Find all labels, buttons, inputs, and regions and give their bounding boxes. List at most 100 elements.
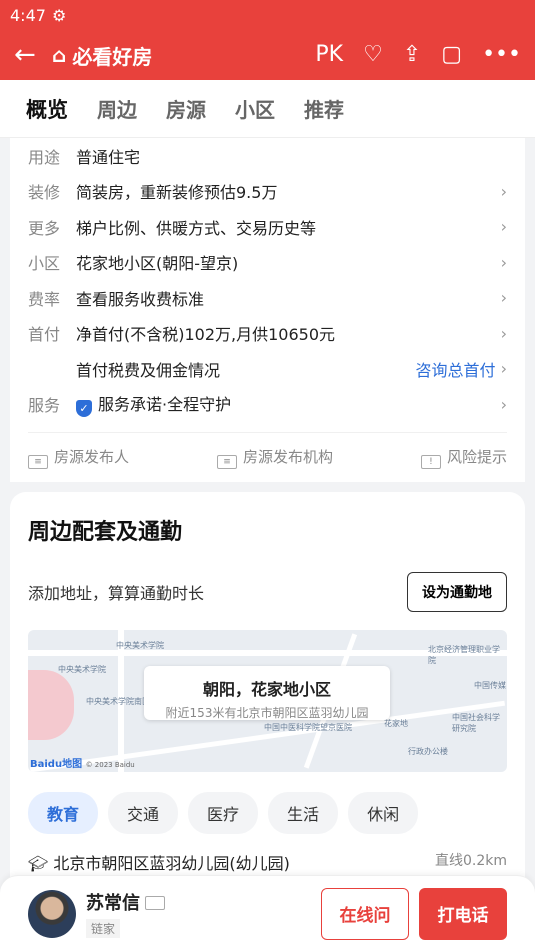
- detail-row-tax[interactable]: 首付税费及佣金情况 咨询总首付 ›: [28, 351, 507, 387]
- map-label: 中央美术学院: [58, 665, 106, 674]
- detail-label: 更多: [28, 218, 61, 238]
- share-upload-icon[interactable]: ⇪: [403, 44, 421, 66]
- chip-transport[interactable]: 交通: [108, 792, 179, 834]
- status-time: 4:47: [10, 5, 46, 25]
- settings-gear-icon: ⚙: [51, 5, 67, 25]
- detail-value: 首付税费及佣金情况: [76, 360, 221, 380]
- detail-value: 普通住宅: [76, 147, 141, 167]
- detail-row-usage: 用途 普通住宅: [28, 138, 507, 174]
- chip-leisure[interactable]: 休闲: [348, 792, 419, 834]
- chevron-right-icon: ›: [500, 323, 507, 343]
- chevron-right-icon: ›: [500, 288, 507, 308]
- detail-value: 花家地小区(朝阳-望京): [76, 254, 239, 274]
- map-location-card[interactable]: 朝阳，花家地小区 附近153米有北京市朝阳区蓝羽幼儿园: [144, 666, 390, 720]
- nav-bar: ← ⌂ 必看好房 PK ♡ ⇪ ▢ •••: [0, 30, 535, 80]
- commute-row: 添加地址，算算通勤时长 设为通勤地: [28, 572, 507, 612]
- call-button[interactable]: 打电话: [419, 887, 507, 940]
- tab-community[interactable]: 小区: [235, 94, 275, 123]
- set-commute-button[interactable]: 设为通勤地: [407, 572, 507, 612]
- risk-label: 风险提示: [446, 448, 507, 466]
- heart-icon[interactable]: ♡: [363, 44, 383, 66]
- license-icon: ≡: [216, 455, 237, 469]
- agent-company: 链家: [86, 919, 121, 938]
- agent-bar: 苏常信 链家 在线问 打电话: [0, 875, 535, 951]
- tab-overview[interactable]: 概览: [26, 94, 68, 124]
- detail-row-service[interactable]: 服务 ✓ 服务承诺·全程守护 ›: [28, 387, 507, 423]
- agent-info: 苏常信 链家: [86, 889, 321, 938]
- poi-item[interactable]: 🎓︎ 北京市朝阳区蓝羽幼儿园(幼儿园) 直线0.2km: [28, 850, 507, 874]
- detail-value: 净首付(不含税)102万,月供10650元: [76, 325, 336, 345]
- commute-text: 添加地址，算算通勤时长: [28, 584, 205, 603]
- detail-label: 装修: [28, 183, 61, 203]
- map-label: 中国中医科学院望京医院: [264, 723, 352, 732]
- pk-compare-button[interactable]: PK: [315, 44, 343, 66]
- publisher-label: 房源发布人: [54, 448, 130, 466]
- detail-value: 梯户比例、供暖方式、交易历史等: [76, 218, 317, 238]
- detail-label: 首付: [28, 325, 61, 345]
- service-text: 服务承诺·全程守护: [98, 395, 232, 415]
- chevron-right-icon: ›: [500, 217, 507, 237]
- id-card-icon[interactable]: [145, 896, 166, 910]
- chevron-right-icon: ›: [495, 359, 507, 379]
- map-label: 中央美术学院: [116, 641, 164, 650]
- detail-value: ✓ 服务承诺·全程守护: [76, 391, 501, 418]
- detail-value: 简装房，重新装修预估9.5万: [76, 183, 278, 203]
- detail-row-fees[interactable]: 费率 查看服务收费标准 ›: [28, 280, 507, 316]
- id-card-icon: ≡: [28, 455, 48, 469]
- consult-downpayment-link[interactable]: 咨询总首付: [416, 357, 496, 381]
- agent-avatar[interactable]: [28, 889, 76, 938]
- brand-title: 必看好房: [72, 44, 153, 69]
- detail-label: 小区: [28, 254, 61, 274]
- detail-row-community[interactable]: 小区 花家地小区(朝阳-望京) ›: [28, 245, 507, 281]
- chip-life[interactable]: 生活: [268, 792, 339, 834]
- more-dots-icon[interactable]: •••: [482, 44, 521, 66]
- back-arrow-icon[interactable]: ←: [14, 40, 42, 70]
- map-stadium: [28, 670, 74, 740]
- detail-label: 服务: [28, 396, 61, 416]
- agent-name: 苏常信: [86, 893, 140, 914]
- chip-medical[interactable]: 医疗: [188, 792, 259, 834]
- map-place-hint: 附近153米有北京市朝阳区蓝羽幼儿园: [165, 706, 369, 720]
- chevron-right-icon: ›: [500, 394, 507, 414]
- section-tabs: 概览 周边 房源 小区 推荐: [0, 80, 535, 138]
- map-label: 行政办公楼: [408, 747, 448, 756]
- map-label: 北京经济管理职业学院: [428, 645, 500, 665]
- online-chat-button[interactable]: 在线问: [321, 887, 409, 940]
- detail-row-decoration[interactable]: 装修 简装房，重新装修预估9.5万 ›: [28, 174, 507, 210]
- nav-actions: PK ♡ ⇪ ▢ •••: [315, 44, 521, 66]
- poi-name: 北京市朝阳区蓝羽幼儿园(幼儿园): [53, 854, 290, 873]
- map-view[interactable]: 中央美术学院 中央美术学院 北京经济管理职业学院 中国传媒 中央美术学院南区 中…: [28, 630, 507, 772]
- publisher-link[interactable]: ≡ 房源发布人: [28, 446, 129, 469]
- tab-nearby[interactable]: 周边: [97, 94, 137, 123]
- detail-label: 费率: [28, 289, 61, 309]
- map-label: 中央美术学院南区: [86, 697, 150, 706]
- map-place-name: 朝阳，花家地小区: [202, 680, 331, 699]
- warning-shield-icon: !: [420, 455, 441, 469]
- details-card: 用途 普通住宅 装修 简装房，重新装修预估9.5万 › 更多 梯户比例、供暖方式…: [10, 138, 525, 482]
- chevron-right-icon: ›: [500, 252, 507, 272]
- chat-message-icon[interactable]: ▢: [441, 44, 462, 66]
- nearby-title: 周边配套及通勤: [28, 520, 183, 545]
- detail-row-downpayment[interactable]: 首付 净首付(不含税)102万,月供10650元 ›: [28, 316, 507, 352]
- top-bar: 4:47 ⚙ ← ⌂ 必看好房 PK ♡ ⇪ ▢ •••: [0, 0, 535, 80]
- chevron-right-icon: ›: [500, 181, 507, 201]
- poi-distance: 直线0.2km: [434, 853, 507, 869]
- tab-recommend[interactable]: 推荐: [304, 94, 344, 123]
- detail-value: 查看服务收费标准: [76, 289, 205, 309]
- risk-link[interactable]: ! 风险提示: [420, 446, 507, 469]
- agency-label: 房源发布机构: [242, 448, 333, 466]
- agency-link[interactable]: ≡ 房源发布机构: [216, 446, 333, 469]
- poi-category-chips: 教育 交通 医疗 生活 休闲: [28, 792, 507, 834]
- map-copyright: © 2023 Baidu: [85, 761, 135, 769]
- chip-education[interactable]: 教育: [28, 792, 99, 834]
- nearby-card: 周边配套及通勤 添加地址，算算通勤时长 设为通勤地 中央美术学院 中央美术学院 …: [10, 492, 525, 882]
- map-label: 中国社会科学研究院: [452, 713, 500, 733]
- graduation-cap-icon: 🎓︎: [28, 854, 49, 873]
- map-label: 中国传媒: [474, 681, 506, 690]
- publisher-row: ≡ 房源发布人 ≡ 房源发布机构 ! 风险提示: [28, 432, 507, 482]
- tab-listings[interactable]: 房源: [166, 94, 206, 123]
- detail-row-more[interactable]: 更多 梯户比例、供暖方式、交易历史等 ›: [28, 209, 507, 245]
- baidu-map-logo: Baidu地图 © 2023 Baidu: [30, 759, 135, 770]
- house-logo-icon: ⌂: [52, 43, 67, 67]
- status-bar: 4:47 ⚙: [0, 0, 535, 30]
